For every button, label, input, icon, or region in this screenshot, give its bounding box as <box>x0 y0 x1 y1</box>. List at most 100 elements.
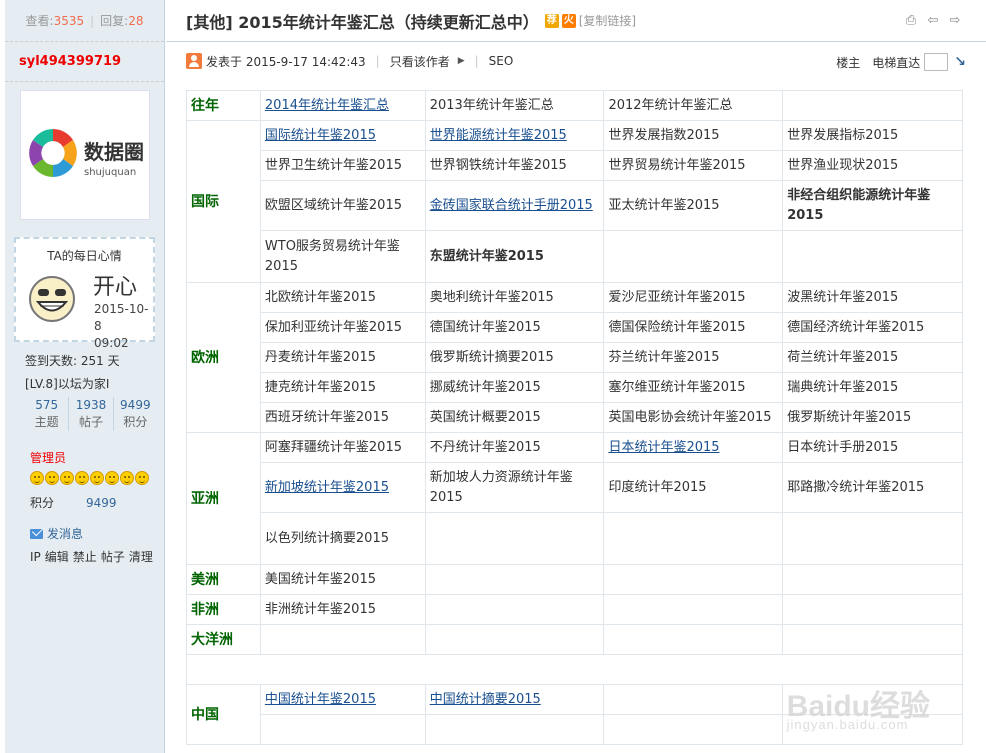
user-role[interactable]: 管理员 <box>30 449 66 466</box>
region-label: 大洋洲 <box>186 624 261 655</box>
daily-mood-box: TA的每日心情 开心 2015-10-8 09:02 <box>14 237 155 350</box>
author-name-link[interactable]: syl494399719 <box>5 42 164 82</box>
mood-date: 2015-10-8 <box>94 302 149 333</box>
thread-title-bar: [其他] 2015年统计年鉴汇总（持续更新汇总中） 荐 火 [复制链接] ⎙ ⇦… <box>166 0 986 42</box>
table-cell: 印度统计年2015 <box>603 462 784 513</box>
yearbook-link[interactable]: 2014年统计年鉴汇总 <box>265 98 389 113</box>
table-cell: 俄罗斯统计年鉴2015 <box>782 402 963 433</box>
table-cell: 北欧统计年鉴2015 <box>259 282 426 313</box>
yearbook-link[interactable]: 日本统计年鉴2015 <box>608 440 719 455</box>
table-cell: 德国保险统计年鉴2015 <box>603 312 784 343</box>
send-message-link[interactable]: 发消息 <box>30 525 83 542</box>
seo-link[interactable]: SEO <box>489 54 514 68</box>
next-thread-icon[interactable]: ⇨ <box>948 14 962 28</box>
table-cell: 瑞典统计年鉴2015 <box>782 372 963 403</box>
recommend-badge-icon: 荐 <box>544 13 559 28</box>
copy-link-button[interactable]: [复制链接] <box>579 12 636 29</box>
table-row: 非洲 非洲统计年鉴2015 <box>186 594 963 625</box>
table-row: 以色列统计摘要2015 <box>187 512 963 565</box>
table-cell <box>603 230 784 283</box>
table-cell: 亚太统计年鉴2015 <box>603 180 784 231</box>
table-cell <box>259 714 426 745</box>
table-cell <box>424 624 605 655</box>
table-cell: 世界发展指数2015 <box>603 120 784 151</box>
admin-clean-link[interactable]: 清理 <box>129 550 153 564</box>
table-cell <box>259 624 426 655</box>
table-cell: 新加坡人力资源统计年鉴2015 <box>424 462 605 513</box>
print-icon[interactable]: ⎙ <box>904 14 918 28</box>
thread-stats: 查看: 3535 | 回复: 28 <box>5 0 164 42</box>
region-label: 国际 <box>186 120 261 283</box>
table-row: 欧洲 北欧统计年鉴2015 奥地利统计年鉴2015 爱沙尼亚统计年鉴2015 波… <box>186 282 963 433</box>
user-level[interactable]: [LV.8]以坛为家I <box>25 375 109 392</box>
yearbook-link[interactable]: 中国统计摘要2015 <box>430 692 541 707</box>
post-date: 发表于 2015-9-17 14:42:43 <box>206 54 366 69</box>
table-cell <box>603 624 784 655</box>
table-cell: 德国经济统计年鉴2015 <box>782 312 963 343</box>
admin-edit-link[interactable]: 编辑 <box>45 550 69 564</box>
yearbook-link[interactable]: 国际统计年鉴2015 <box>265 128 376 143</box>
replies-count: 28 <box>128 13 144 28</box>
table-cell: 荷兰统计年鉴2015 <box>782 342 963 373</box>
table-row: 国际 国际统计年鉴2015 世界能源统计年鉴2015 世界发展指数2015 世界… <box>186 120 963 283</box>
rank-face-icon <box>120 471 134 485</box>
table-cell: 世界渔业现状2015 <box>782 150 963 181</box>
yearbook-table: 往年 2014年统计年鉴汇总 2013年统计年鉴汇总 2012年统计年鉴汇总 国… <box>186 90 963 745</box>
rank-face-icon <box>45 471 59 485</box>
table-cell <box>424 714 605 745</box>
table-cell <box>782 564 963 595</box>
rank-face-icon <box>90 471 104 485</box>
admin-posts-link[interactable]: 帖子 <box>101 550 125 564</box>
yearbook-link[interactable]: 中国统计年鉴2015 <box>265 692 376 707</box>
user-online-icon <box>186 53 202 69</box>
table-cell <box>603 714 784 745</box>
avatar[interactable]: 数据圈 shujuquan <box>20 90 150 220</box>
table-cell: 世界钢铁统计年鉴2015 <box>424 150 605 181</box>
table-cell <box>603 512 784 565</box>
admin-ban-link[interactable]: 禁止 <box>73 550 97 564</box>
yearbook-link[interactable]: 世界能源统计年鉴2015 <box>430 128 567 143</box>
region-label: 美洲 <box>186 564 261 595</box>
floor-label: 楼主 <box>836 55 861 70</box>
stat-topics[interactable]: 575 主题 <box>25 397 70 431</box>
rank-icons <box>30 471 149 485</box>
yearbook-link[interactable]: 新加坡统计年鉴2015 <box>265 480 389 495</box>
rank-face-icon <box>75 471 89 485</box>
logo-text: 数据圈 <box>84 140 144 164</box>
table-cell: 芬兰统计年鉴2015 <box>603 342 784 373</box>
table-cell: 捷克统计年鉴2015 <box>259 372 426 403</box>
prev-thread-icon[interactable]: ⇦ <box>926 14 940 28</box>
table-cell <box>424 512 605 565</box>
table-cell: 2013年统计年鉴汇总 <box>424 90 605 121</box>
floor-jump-input[interactable] <box>924 53 949 71</box>
table-cell <box>782 624 963 655</box>
table-row: 西班牙统计年鉴2015 英国统计概要2015 英国电影协会统计年鉴2015 俄罗… <box>187 402 963 433</box>
admin-ip-link[interactable]: IP <box>30 550 41 564</box>
yearbook-link[interactable]: 金砖国家联合统计手册2015 <box>430 198 593 213</box>
thread-title: [其他] 2015年统计年鉴汇总（持续更新汇总中） <box>186 12 539 32</box>
table-cell: 东盟统计年鉴2015 <box>424 230 605 283</box>
table-row: 亚洲 阿塞拜疆统计年鉴2015 不丹统计年鉴2015 日本统计年鉴2015 日本… <box>186 432 963 565</box>
table-cell: 2012年统计年鉴汇总 <box>603 90 784 121</box>
table-row: 欧盟区域统计年鉴2015 金砖国家联合统计手册2015 亚太统计年鉴2015 非… <box>187 180 963 231</box>
table-cell: 非经合组织能源统计年鉴2015 <box>782 180 963 231</box>
table-cell <box>782 512 963 565</box>
table-cell: 英国电影协会统计年鉴2015 <box>603 402 784 433</box>
jump-arrow-icon[interactable]: ↘ <box>954 54 966 70</box>
table-row: 大洋洲 <box>186 624 963 655</box>
views-count: 3535 <box>53 13 85 28</box>
table-cell: 不丹统计年鉴2015 <box>424 432 605 463</box>
table-cell: 丹麦统计年鉴2015 <box>259 342 426 373</box>
happy-face-icon <box>29 276 75 322</box>
table-cell: 保加利亚统计年鉴2015 <box>259 312 426 343</box>
table-row: WTO服务贸易统计年鉴2015 东盟统计年鉴2015 <box>187 230 963 283</box>
stat-points[interactable]: 9499 积分 <box>114 397 157 431</box>
table-cell: 德国统计年鉴2015 <box>424 312 605 343</box>
table-cell: 阿塞拜疆统计年鉴2015 <box>259 432 426 463</box>
table-cell: 耶路撒冷统计年鉴2015 <box>782 462 963 513</box>
user-stats: 575 主题 1938 帖子 9499 积分 <box>25 397 157 431</box>
table-row <box>186 654 963 685</box>
only-author-link[interactable]: 只看该作者 <box>390 53 450 70</box>
stat-posts[interactable]: 1938 帖子 <box>69 397 114 431</box>
table-cell: 挪威统计年鉴2015 <box>424 372 605 403</box>
